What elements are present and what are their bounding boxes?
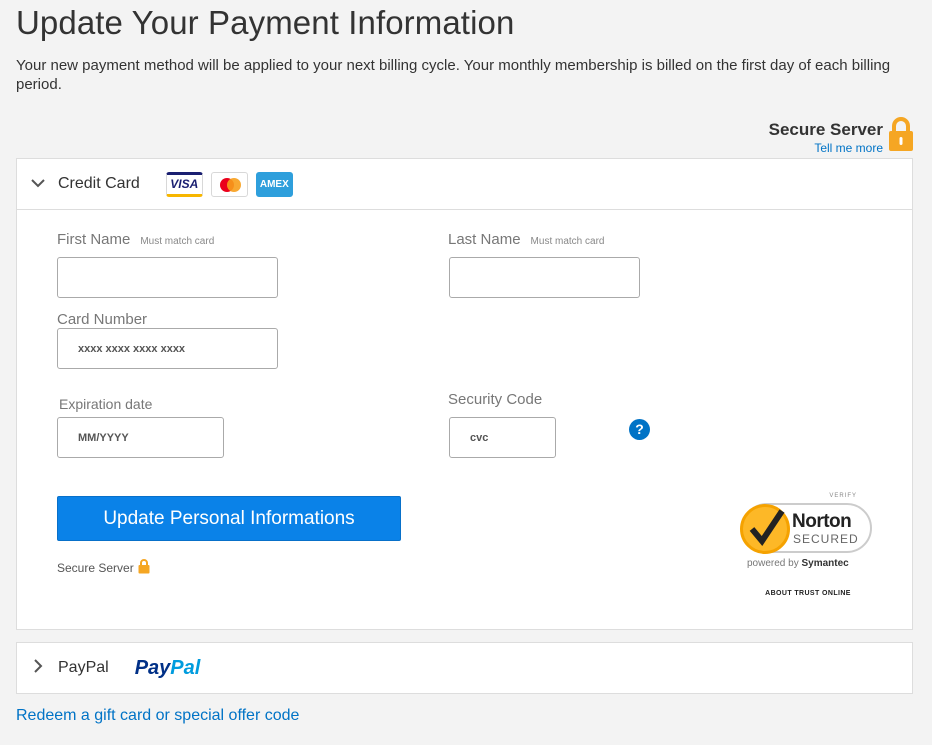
paypal-panel: PayPal PayPal [16,642,913,694]
redeem-gift-card-link[interactable]: Redeem a gift card or special offer code [16,707,299,725]
update-personal-info-button[interactable]: Update Personal Informations [57,496,401,541]
card-number-input[interactable] [57,328,278,369]
amex-card-icon: AMEX [255,171,293,197]
page-title: Update Your Payment Information [16,4,515,41]
paypal-logo: PayPal [134,656,201,679]
question-icon[interactable]: ? [629,419,650,440]
norton-secured-seal[interactable]: VERIFY Norton SECURED powered by Symante… [737,493,877,573]
expiration-date-label: Expiration date [59,396,153,412]
credit-card-panel: Credit Card VISA AMEX First Name Must mat… [16,158,913,630]
last-name-label: Last Name Must match card [448,231,605,248]
chevron-right-icon[interactable] [29,658,47,679]
card-number-label: Card Number [57,311,148,328]
credit-card-label: Credit Card [58,175,140,192]
mastercard-card-icon [210,171,248,197]
page-subtitle: Your new payment method will be applied … [16,57,891,93]
lock-icon [134,559,150,577]
chevron-down-icon[interactable] [29,175,47,193]
visa-card-icon: VISA [165,171,203,197]
secure-server-title: Secure Server [768,120,883,139]
checkmark-icon [740,504,790,554]
first-name-input[interactable] [57,257,278,298]
security-code-input[interactable] [449,417,556,458]
first-name-label: First Name Must match card [57,231,215,248]
last-name-input[interactable] [449,257,640,298]
expiration-date-input[interactable] [57,417,224,458]
lock-icon [888,116,914,157]
secure-server-badge: Secure Server Tell me more [768,116,914,157]
about-trust-online-link[interactable]: ABOUT TRUST ONLINE [758,590,858,597]
paypal-label: PayPal [58,659,109,676]
security-code-label: Security Code [448,391,543,408]
paypal-header[interactable]: PayPal PayPal [17,643,912,693]
credit-card-header[interactable]: Credit Card VISA AMEX [17,159,912,210]
secure-server-small: Secure Server [57,559,150,577]
tell-me-more-link[interactable]: Tell me more [769,141,883,155]
